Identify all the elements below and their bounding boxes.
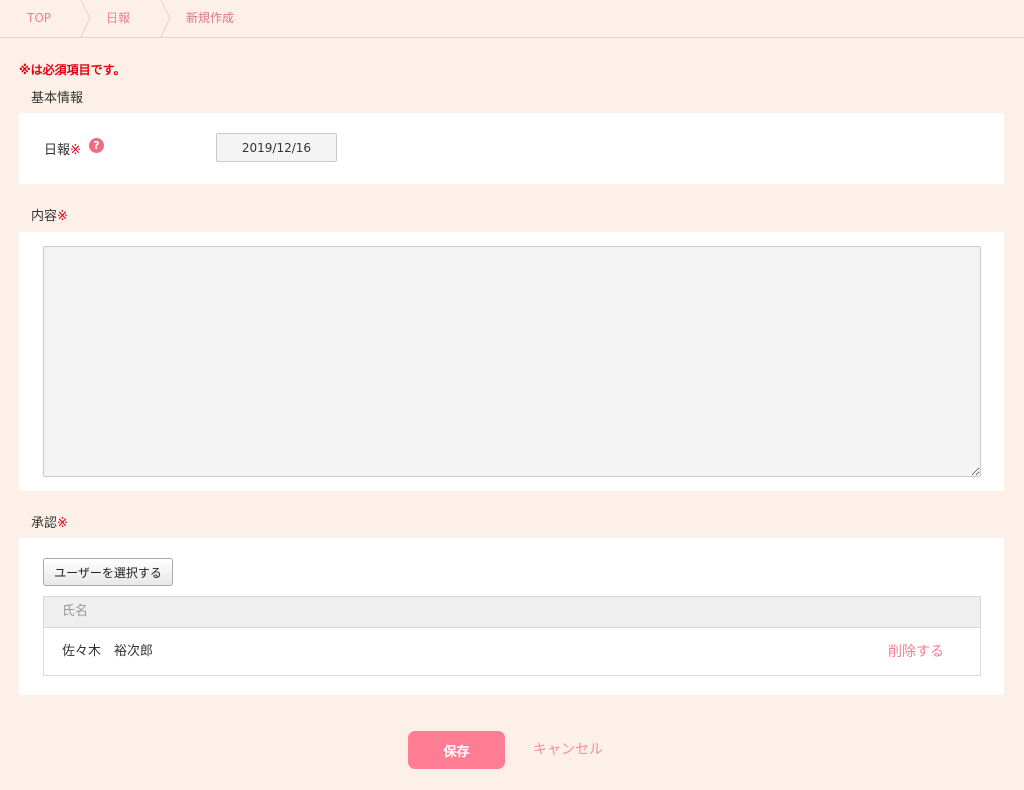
help-icon[interactable]: ? bbox=[89, 138, 104, 153]
cancel-link[interactable]: キャンセル bbox=[533, 739, 603, 759]
content-textarea[interactable] bbox=[43, 246, 981, 477]
section-title-approval: 承認※ bbox=[31, 512, 68, 531]
chevron-right-icon bbox=[160, 0, 171, 37]
delete-approver-link[interactable]: 削除する bbox=[888, 628, 944, 676]
column-header-name: 氏名 bbox=[62, 604, 89, 619]
breadcrumb-item-new: 新規作成 bbox=[186, 11, 235, 25]
basic-info-panel: 日報※ ? bbox=[19, 113, 1004, 184]
breadcrumb-item-daily-report[interactable]: 日報 bbox=[106, 0, 130, 37]
required-mark: ※ bbox=[57, 209, 68, 224]
required-mark: ※ bbox=[57, 516, 68, 531]
table-header: 氏名 bbox=[44, 597, 980, 628]
date-label: 日報※ bbox=[44, 139, 81, 158]
approval-panel: ユーザーを選択する 氏名 佐々木 裕次郎 削除する bbox=[19, 538, 1004, 695]
approver-table: 氏名 佐々木 裕次郎 削除する bbox=[43, 596, 981, 676]
section-title-content-text: 内容 bbox=[31, 209, 58, 224]
section-title-approval-text: 承認 bbox=[31, 516, 58, 531]
date-label-text: 日報 bbox=[44, 143, 71, 158]
section-title-basic-info: 基本情報 bbox=[31, 91, 84, 106]
required-note: ※は必須項目です。 bbox=[19, 63, 126, 77]
required-mark: ※ bbox=[70, 143, 81, 158]
chevron-right-icon bbox=[80, 0, 91, 37]
breadcrumb-item-top[interactable]: TOP bbox=[27, 0, 51, 37]
section-title-content: 内容※ bbox=[31, 205, 68, 224]
breadcrumb: TOP 日報 新規作成 bbox=[0, 0, 1024, 38]
date-input[interactable] bbox=[216, 133, 337, 162]
table-row: 佐々木 裕次郎 削除する bbox=[44, 628, 980, 676]
select-user-button[interactable]: ユーザーを選択する bbox=[43, 558, 173, 586]
content-panel bbox=[19, 232, 1004, 491]
save-button[interactable]: 保存 bbox=[408, 731, 505, 769]
approver-name: 佐々木 裕次郎 bbox=[62, 644, 154, 659]
